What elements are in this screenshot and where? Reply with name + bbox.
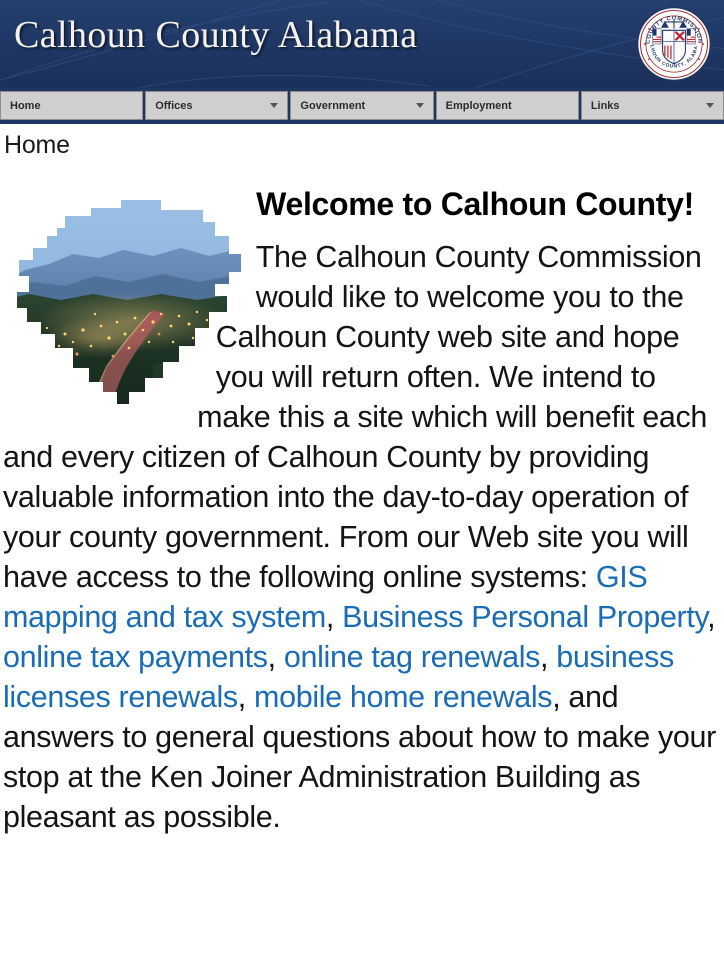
site-header: Calhoun County Alabama COUNTY COMMISSION… — [0, 0, 724, 88]
link-online-tax-payments[interactable]: online tax payments — [3, 640, 268, 674]
chevron-down-icon — [415, 103, 424, 108]
nav-item-label: Offices — [155, 99, 193, 112]
nav-item-links[interactable]: Links — [580, 91, 724, 120]
nav-item-label: Employment — [445, 99, 512, 112]
link-separator: , — [267, 639, 284, 674]
breadcrumb-item-home[interactable]: Home — [4, 131, 70, 159]
link-separator: , — [707, 599, 716, 634]
nav-item-label: Government — [300, 99, 366, 112]
breadcrumb: Home — [0, 124, 724, 166]
link-online-tag-renewals[interactable]: online tag renewals — [284, 640, 541, 674]
link-separator: , — [540, 639, 557, 674]
nav-item-label: Links — [590, 99, 620, 112]
nav-item-label: Home — [10, 99, 41, 112]
main-navigation: Home Offices Government Employment Links — [0, 88, 724, 124]
nav-item-offices[interactable]: Offices — [145, 91, 289, 120]
link-separator: , — [325, 599, 343, 634]
main-content: Welcome to Calhoun County! The Calhoun C… — [0, 182, 724, 837]
link-business-personal-property[interactable]: Business Personal Property — [342, 600, 707, 634]
nav-item-government[interactable]: Government — [290, 91, 434, 120]
chevron-down-icon — [706, 103, 715, 108]
link-mobile-home-renewals[interactable]: mobile home renewals — [254, 680, 553, 714]
nav-item-employment[interactable]: Employment — [435, 91, 579, 120]
site-title: Calhoun County Alabama — [14, 14, 418, 56]
county-seal-icon: COUNTY COMMISSION CALHOUN COUNTY, ALABAM… — [636, 6, 712, 82]
nav-item-home[interactable]: Home — [0, 91, 144, 120]
chevron-down-icon — [270, 103, 279, 108]
link-separator: , — [237, 679, 255, 714]
